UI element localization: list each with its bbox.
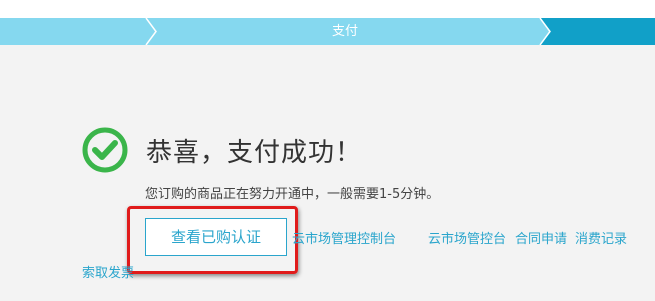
request-invoice-link[interactable]: 索取发票 (82, 262, 134, 281)
top-strip (0, 0, 655, 18)
consumption-records-link[interactable]: 消费记录 (575, 228, 627, 247)
success-message: 您订购的商品正在努力开通中，一般需要1-5分钟。 (145, 187, 440, 202)
contract-request-link[interactable]: 合同申请 (515, 228, 567, 247)
step-current-label: 支付 (331, 24, 358, 39)
highlight-box (127, 206, 298, 274)
market-console-link[interactable]: 云市场管理控制台 (292, 228, 396, 247)
check-circle-icon (82, 127, 128, 173)
step-next-segment (540, 18, 655, 45)
market-control-link[interactable]: 云市场管控台 (428, 228, 506, 247)
success-title: 恭喜，支付成功！ (146, 138, 363, 168)
